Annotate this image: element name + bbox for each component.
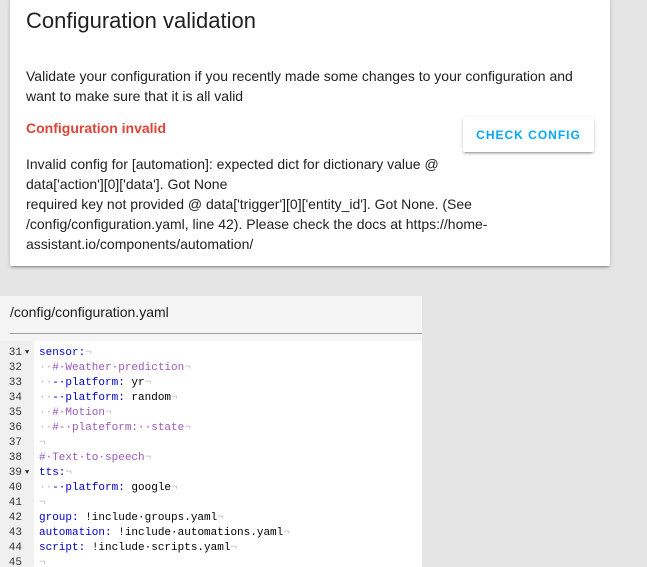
code-token: #·Weather·prediction <box>52 362 185 374</box>
code-token: group: <box>39 512 79 524</box>
code-token: yr <box>124 377 145 389</box>
error-message: Invalid config for [automation]: expecte… <box>26 156 439 192</box>
code-token: ¬ <box>144 452 152 464</box>
code-token: ¬ <box>184 422 191 434</box>
line-number: 33 <box>8 377 22 389</box>
code-token: ¬ <box>39 437 46 449</box>
check-config-button[interactable]: CHECK CONFIG <box>463 117 594 152</box>
error-message: required key not provided @ data['trigge… <box>26 196 488 252</box>
card-title: Configuration validation <box>26 8 256 33</box>
code-line[interactable]: 44 script: !include·scripts.yaml¬ <box>0 541 422 556</box>
code-token: ¬ <box>144 377 152 389</box>
line-number: 35 <box>8 407 22 419</box>
code-token: #·Text·to·speech <box>39 452 145 464</box>
code-text: ··#·Motion¬ <box>39 406 112 421</box>
code-text: ··#-·plateform:··state¬ <box>39 421 191 436</box>
code-token: ¬ <box>171 482 178 494</box>
code-editor[interactable]: 31 ▼ sensor:¬ 32 ··#·Weather·prediction¬ 33 ··… <box>0 341 422 567</box>
line-number: 31 <box>8 347 22 359</box>
line-number: 42 <box>8 512 22 524</box>
code-token: ¬ <box>65 467 73 479</box>
code-token: -·platform: <box>52 392 125 404</box>
code-token: script: <box>39 542 86 554</box>
line-number: 41 <box>8 497 22 509</box>
code-text: group: !include·groups.yaml¬ <box>39 511 224 526</box>
code-token: ¬ <box>85 347 92 359</box>
line-number: 32 <box>8 362 22 374</box>
code-text: ¬ <box>39 496 46 511</box>
code-line[interactable]: 34 ··-·platform: random¬ <box>0 391 422 406</box>
code-token: random <box>124 392 172 404</box>
file-path-label: /config/configuration.yaml <box>10 304 169 320</box>
code-token: tts: <box>39 467 66 479</box>
code-token: ·· <box>39 422 53 434</box>
code-token: !include·groups.yaml <box>78 512 218 524</box>
config-editor-panel: /config/configuration.yaml 31 ▼ sensor:¬ 32… <box>0 296 422 567</box>
code-text: ¬ <box>39 556 46 567</box>
code-text: #·Text·to·speech¬ <box>39 451 151 466</box>
code-token: google <box>124 482 172 494</box>
fold-toggle-icon[interactable]: ▼ <box>25 346 29 361</box>
code-token: !include·automations.yaml <box>111 527 284 539</box>
code-text: ··-·platform: yr¬ <box>39 376 151 391</box>
code-line[interactable]: 38 #·Text·to·speech¬ <box>0 451 422 466</box>
code-token: ¬ <box>184 362 191 374</box>
code-line[interactable]: 35 ··#·Motion¬ <box>0 406 422 421</box>
code-token: -·platform: <box>52 482 125 494</box>
code-token: #-·plateform:··state <box>52 422 185 434</box>
code-token: ·· <box>39 362 53 374</box>
line-number: 36 <box>8 422 22 434</box>
code-text: sensor:¬ <box>39 346 92 361</box>
code-text: ··#·Weather·prediction¬ <box>39 361 191 376</box>
line-number: 37 <box>8 437 22 449</box>
code-token: sensor: <box>39 347 86 359</box>
code-text: automation: !include·automations.yaml¬ <box>39 526 290 541</box>
status-invalid-label: Configuration invalid <box>26 120 166 136</box>
line-number: 38 <box>8 452 22 464</box>
code-text: tts:¬ <box>39 466 72 481</box>
code-token: automation: <box>39 527 112 539</box>
line-number: 43 <box>8 527 22 539</box>
code-line[interactable]: 42 group: !include·groups.yaml¬ <box>0 511 422 526</box>
fold-toggle-icon[interactable]: ▼ <box>25 466 29 481</box>
code-line[interactable]: 33 ··-·platform: yr¬ <box>0 376 422 391</box>
path-underline <box>10 333 422 334</box>
code-token: ¬ <box>171 392 178 404</box>
code-line[interactable]: 43 automation: !include·automations.yaml¬ <box>0 526 422 541</box>
code-token: #·Motion <box>52 407 106 419</box>
code-token: ¬ <box>283 527 290 539</box>
code-token: ¬ <box>39 557 46 567</box>
code-token: ·· <box>39 392 53 404</box>
code-token: ·· <box>39 407 53 419</box>
code-token: ¬ <box>39 497 46 509</box>
code-line[interactable]: 32 ··#·Weather·prediction¬ <box>0 361 422 376</box>
code-text: ¬ <box>39 436 46 451</box>
card-description: Validate your configuration if you recen… <box>26 68 573 104</box>
code-line[interactable]: 36 ··#-·plateform:··state¬ <box>0 421 422 436</box>
code-line[interactable]: 37 ¬ <box>0 436 422 451</box>
line-number: 34 <box>8 392 22 404</box>
line-number: 39 <box>8 467 22 479</box>
code-line[interactable]: 31 ▼ sensor:¬ <box>0 346 422 361</box>
code-line[interactable]: 40 ··-·platform: google¬ <box>0 481 422 496</box>
code-token: -·platform: <box>52 377 125 389</box>
code-line[interactable]: 41 ¬ <box>0 496 422 511</box>
code-token: !include·scripts.yaml <box>85 542 231 554</box>
code-text: ··-·platform: random¬ <box>39 391 178 406</box>
line-number: 45 <box>8 557 22 567</box>
code-token: ¬ <box>230 542 238 554</box>
code-token: ¬ <box>105 407 112 419</box>
error-messages: Invalid config for [automation]: expecte… <box>26 154 506 254</box>
code-text: script: !include·scripts.yaml¬ <box>39 541 237 556</box>
code-line[interactable]: 39 ▼ tts:¬ <box>0 466 422 481</box>
code-token: ¬ <box>217 512 224 524</box>
code-text: ··-·platform: google¬ <box>39 481 178 496</box>
code-token: ·· <box>39 377 53 389</box>
line-number: 44 <box>8 542 22 554</box>
code-line[interactable]: 45 ¬ <box>0 556 422 567</box>
line-number: 40 <box>8 482 22 494</box>
code-token: ·· <box>39 482 53 494</box>
config-validation-card: Configuration validation Validate your c… <box>10 0 610 266</box>
